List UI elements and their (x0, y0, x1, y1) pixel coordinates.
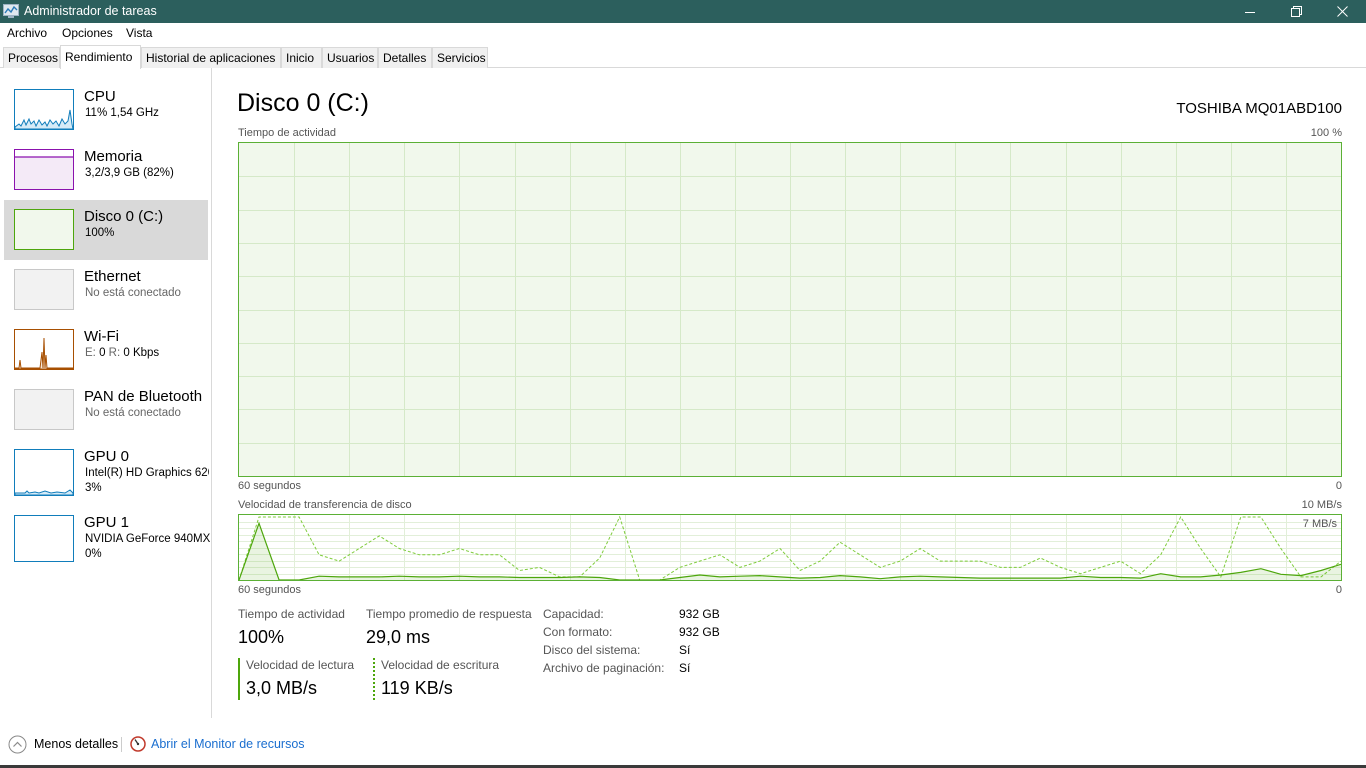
tab-rendimiento[interactable]: Rendimiento (60, 45, 141, 69)
sidebar-item-ethernet[interactable]: Ethernet No está conectado (4, 260, 208, 320)
activity-chart (238, 142, 1342, 477)
info-value-formatted: 932 GB (679, 625, 720, 639)
wifi-thumbnail-graph (14, 329, 74, 370)
sidebar-item-label: Wi-Fi (84, 328, 119, 345)
sidebar-item-label: Disco 0 (C:) (84, 208, 164, 225)
memory-thumbnail-graph (14, 149, 74, 190)
info-value-system-disk: Sí (679, 643, 691, 657)
tab-historial[interactable]: Historial de aplicaciones (141, 47, 281, 68)
sidebar-item-wifi[interactable]: Wi-Fi E: 0 R: 0 Kbps (4, 320, 208, 380)
sidebar-item-label: GPU 1 (84, 514, 130, 531)
transfer-chart-x-right: 0 (1335, 584, 1342, 596)
ethernet-thumbnail-graph (14, 269, 74, 310)
minimize-icon (1245, 11, 1255, 13)
write-speed-marker (373, 658, 375, 700)
minimize-button[interactable] (1227, 0, 1273, 23)
menu-vista[interactable]: Vista (126, 26, 152, 40)
resource-monitor-icon (130, 736, 146, 752)
active-time-label: Tiempo de actividad (238, 607, 345, 621)
close-icon (1336, 6, 1348, 17)
sidebar-item-bluetooth[interactable]: PAN de Bluetooth No está conectado (4, 380, 208, 440)
sidebar-item-sub: 11% 1,54 GHz (85, 107, 159, 119)
info-label-page-file: Archivo de paginación: (543, 661, 665, 675)
sidebar-item-sub2: 0% (85, 548, 102, 560)
sidebar-item-sub: 3,2/3,9 GB (82%) (85, 167, 174, 179)
sidebar-item-label: PAN de Bluetooth (84, 388, 203, 405)
write-speed-value: 119 KB/s (381, 678, 453, 698)
info-label-formatted: Con formato: (543, 625, 613, 639)
sidebar-item-sub: No está conectado (85, 407, 181, 419)
bluetooth-thumbnail-graph (14, 389, 74, 430)
sidebar-item-label: CPU (84, 88, 116, 105)
restore-button[interactable] (1273, 0, 1319, 23)
close-button[interactable] (1319, 0, 1365, 23)
page-title: Disco 0 (C:) (237, 89, 369, 117)
transfer-chart-max: 10 MB/s (1301, 499, 1342, 511)
tab-inicio[interactable]: Inicio (281, 47, 322, 68)
activity-chart-x-left: 60 segundos (238, 480, 301, 492)
chevron-up-circle-icon[interactable] (8, 735, 27, 754)
gpu0-thumbnail-graph (14, 449, 74, 496)
gpu1-thumbnail-graph (14, 515, 74, 562)
activity-chart-label: Tiempo de actividad (238, 127, 337, 139)
tab-procesos[interactable]: Procesos (3, 47, 60, 68)
sidebar-item-gpu1[interactable]: GPU 1 NVIDIA GeForce 940MX 0% (4, 506, 211, 566)
sidebar-item-cpu[interactable]: CPU 11% 1,54 GHz (4, 80, 208, 140)
open-resource-monitor-link[interactable]: Abrir el Monitor de recursos (151, 737, 305, 751)
read-speed-label: Velocidad de lectura (246, 658, 355, 672)
sidebar-item-sub: E: 0 R: 0 Kbps (85, 347, 160, 359)
tab-servicios[interactable]: Servicios (432, 47, 488, 68)
menu-opciones[interactable]: Opciones (62, 26, 113, 40)
transfer-chart: 7 MB/s (238, 514, 1342, 581)
avg-response-value: 29,0 ms (366, 627, 431, 647)
transfer-chart-x-left: 60 segundos (238, 584, 301, 596)
transfer-chart-secondary-mark: 7 MB/s (1302, 518, 1337, 530)
read-speed-value: 3,0 MB/s (246, 678, 318, 698)
sidebar-item-label: Ethernet (84, 268, 141, 285)
sidebar-item-sub: Intel(R) HD Graphics 620 (85, 467, 209, 479)
info-value-page-file: Sí (679, 661, 691, 675)
read-speed-marker (238, 658, 240, 700)
sidebar-item-sub: No está conectado (85, 287, 181, 299)
info-label-capacity: Capacidad: (543, 607, 604, 621)
cpu-thumbnail-graph (14, 89, 74, 130)
active-time-value: 100% (238, 627, 285, 647)
sidebar-item-disco[interactable]: Disco 0 (C:) 100% (4, 200, 208, 260)
activity-chart-grid (239, 143, 1341, 476)
transfer-chart-plot (239, 515, 1341, 580)
menu-archivo[interactable]: Archivo (7, 26, 47, 40)
sidebar-item-label: Memoria (84, 148, 143, 165)
info-value-capacity: 932 GB (679, 607, 720, 621)
title-bar: Administrador de tareas (0, 0, 1366, 23)
sidebar-item-sub2: 3% (85, 482, 102, 494)
activity-chart-max: 100 % (1310, 127, 1342, 139)
sidebar-item-sub: NVIDIA GeForce 940MX (85, 533, 211, 545)
footer-divider (121, 737, 122, 752)
activity-chart-x-right: 0 (1335, 480, 1342, 492)
window-title: Administrador de tareas (24, 4, 157, 18)
write-speed-label: Velocidad de escritura (381, 658, 500, 672)
footer: Menos detalles Abrir el Monitor de recur… (0, 730, 1366, 758)
menu-bar: Archivo Opciones Vista (0, 23, 1366, 43)
info-label-system-disk: Disco del sistema: (543, 643, 641, 657)
tab-bar: Procesos Rendimiento Historial de aplica… (0, 44, 1366, 69)
sidebar-item-label: GPU 0 (84, 448, 130, 465)
sidebar-item-memoria[interactable]: Memoria 3,2/3,9 GB (82%) (4, 140, 208, 200)
transfer-chart-label: Velocidad de transferencia de disco (238, 499, 412, 511)
fewer-details-button[interactable]: Menos detalles (34, 737, 118, 751)
sidebar-item-gpu0[interactable]: GPU 0 Intel(R) HD Graphics 620 3% (4, 440, 209, 500)
performance-sidebar: CPU 11% 1,54 GHz Memoria 3,2/3,9 GB (82%… (0, 68, 212, 718)
task-manager-icon (3, 4, 19, 18)
tab-usuarios[interactable]: Usuarios (322, 47, 378, 68)
avg-response-label: Tiempo promedio de respuesta (366, 607, 532, 621)
disk-thumbnail-graph (14, 209, 74, 250)
sidebar-item-sub: 100% (85, 227, 115, 239)
disk-model: TOSHIBA MQ01ABD100 (1176, 100, 1342, 117)
restore-icon (1290, 6, 1302, 17)
tab-detalles[interactable]: Detalles (378, 47, 432, 68)
